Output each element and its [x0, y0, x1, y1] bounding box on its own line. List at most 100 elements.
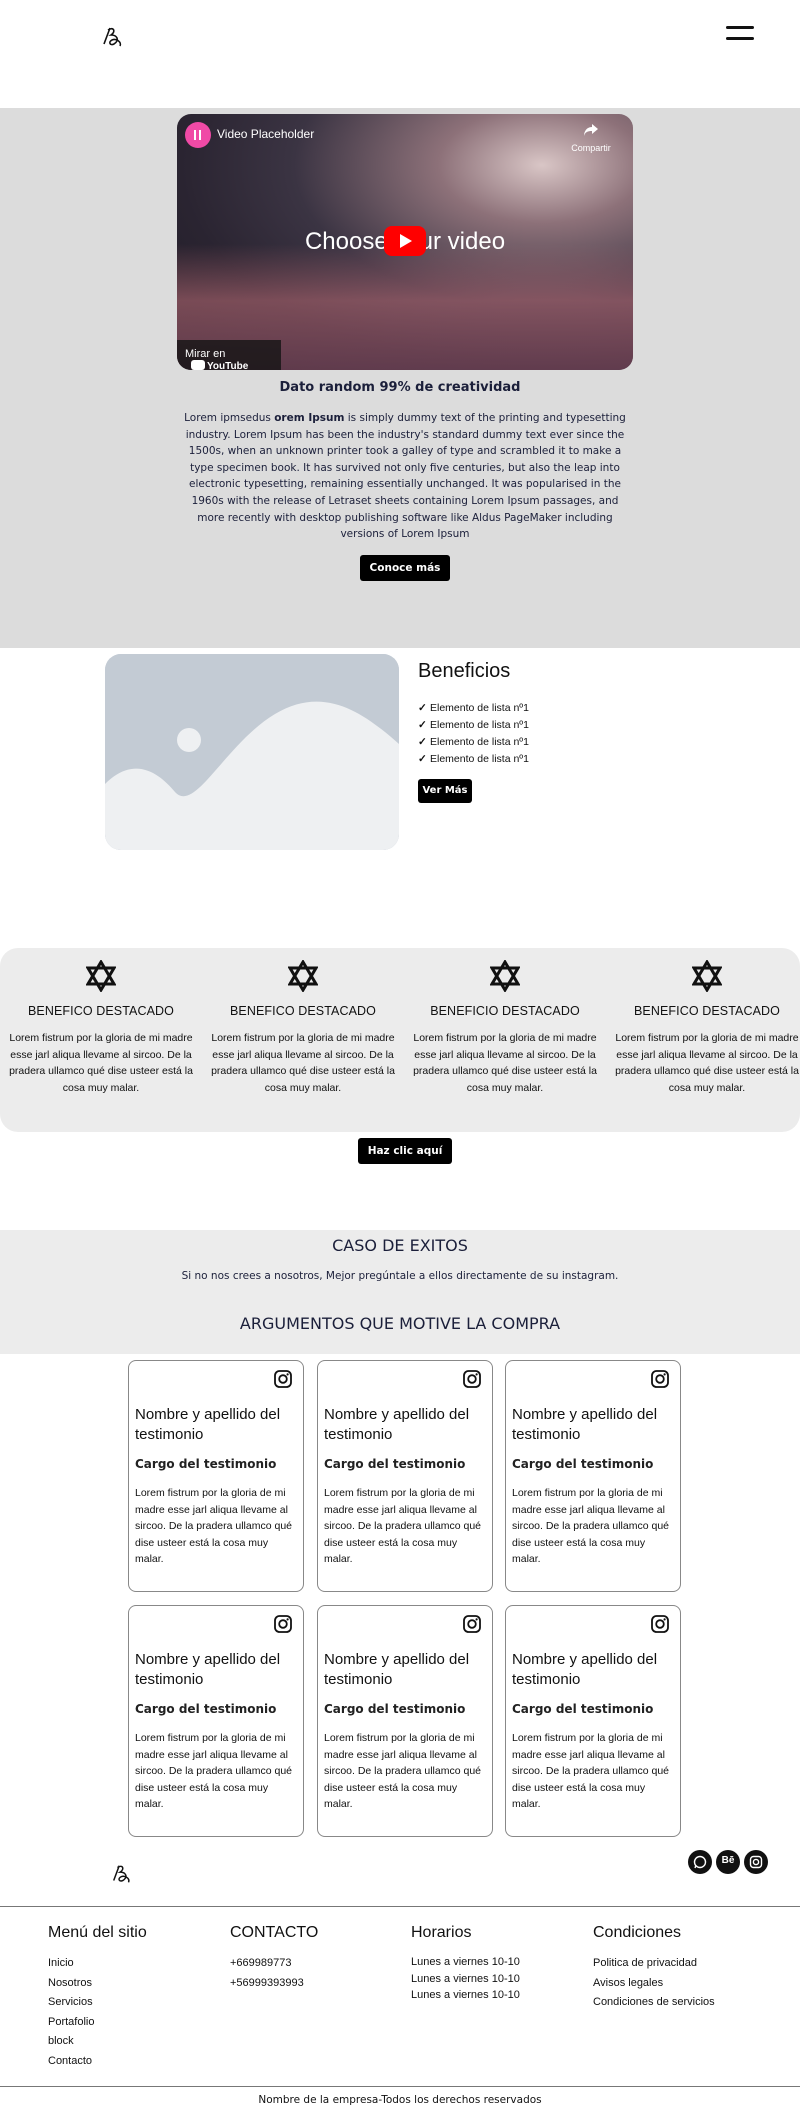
haz-clic-button[interactable]: Haz clic aquí: [358, 1138, 452, 1164]
list-item: ✓ Elemento de lista nº1: [418, 717, 529, 734]
testimonial-card: Nombre y apellido del testimonio Cargo d…: [505, 1360, 681, 1592]
whatsapp-glyph-icon: [693, 1855, 707, 1869]
instagram-icon[interactable]: [744, 1850, 768, 1874]
footer-link-condiciones[interactable]: Condiciones de servicios: [593, 1993, 773, 2013]
testimonial-text: Lorem fistrum por la gloria de mi madre …: [324, 1732, 481, 1810]
feature-title: BENEFICO DESTACADO: [229, 1004, 377, 1018]
footer-hours: Lunes a viernes 10-10: [411, 1972, 520, 1985]
testimonial-name: Nombre y apellido del testimonio: [135, 1651, 281, 1688]
footer-phone[interactable]: +669989773: [230, 1954, 410, 1974]
instagram-icon[interactable]: [650, 1369, 670, 1389]
instagram-icon[interactable]: [273, 1614, 293, 1634]
instagram-icon[interactable]: [462, 1369, 482, 1389]
copyright-text: Nombre de la empresa-Todos los derechos …: [258, 2094, 542, 2106]
footer-hours: Lunes a viernes 10-10: [411, 1956, 520, 1968]
star-of-david-icon: [288, 960, 318, 992]
footer-menu: Menú del sitio Inicio Nosotros Servicios…: [48, 1924, 228, 2071]
feature-card: BENEFICO DESTACADO Lorem fistrum por la …: [208, 956, 398, 1096]
testimonial-role: Cargo del testimonio: [135, 1702, 277, 1716]
footer-link-privacidad[interactable]: Politica de privacidad: [593, 1954, 773, 1974]
hero-text-bold: orem Ipsum: [274, 412, 345, 424]
whatsapp-icon[interactable]: [688, 1850, 712, 1874]
footer-divider: [0, 2086, 800, 2087]
testimonial-card: Nombre y apellido del testimonio Cargo d…: [317, 1605, 493, 1837]
check-icon: ✓: [418, 702, 427, 714]
beneficios-list: ✓ Elemento de lista nº1 ✓ Elemento de list…: [418, 700, 529, 768]
footer-link-nosotros[interactable]: Nosotros: [48, 1974, 228, 1994]
play-button[interactable]: [384, 226, 426, 256]
star-of-david-icon: [86, 960, 116, 992]
testimonial-role: Cargo del testimonio: [135, 1457, 277, 1471]
testimonial-name: Nombre y apellido del testimonio: [135, 1406, 281, 1443]
testimonial-name: Nombre y apellido del testimonio: [324, 1651, 470, 1688]
footer-phone[interactable]: +56999393993: [230, 1974, 410, 1994]
conoce-mas-button[interactable]: Conoce más: [360, 555, 450, 581]
list-item-label: Elemento de lista nº1: [430, 702, 529, 714]
footer-link-contacto[interactable]: Contacto: [48, 2052, 228, 2072]
instagram-icon[interactable]: [462, 1614, 482, 1634]
list-item: ✓ Elemento de lista nº1: [418, 751, 529, 768]
instagram-icon[interactable]: [273, 1369, 293, 1389]
list-item: ✓ Elemento de lista nº1: [418, 734, 529, 751]
footer-condiciones: Condiciones Politica de privacidad Aviso…: [593, 1924, 773, 2013]
testimonial-name: Nombre y apellido del testimonio: [512, 1406, 658, 1443]
testimonial-role: Cargo del testimonio: [324, 1457, 466, 1471]
footer-contacto-title: CONTACTO: [230, 1924, 319, 1941]
footer-menu-title: Menú del sitio: [48, 1924, 147, 1941]
share-icon: [584, 124, 598, 136]
argumentos-title: ARGUMENTOS QUE MOTIVE LA COMPRA: [239, 1314, 561, 1333]
footer-link-portafolio[interactable]: Portafolio: [48, 2013, 228, 2033]
footer-link-block[interactable]: block: [48, 2032, 228, 2052]
elementor-icon: [185, 122, 211, 148]
testimonial-name: Nombre y apellido del testimonio: [512, 1651, 658, 1688]
check-icon: ✓: [418, 736, 427, 748]
feature-text: Lorem fistrum por la gloria de mi madre …: [615, 1032, 799, 1094]
signature-logo-icon[interactable]: [100, 24, 126, 50]
feature-title: BENEFICO DESTACADO: [633, 1004, 781, 1018]
hero-section: Video Placeholder Compartir Choose your …: [0, 108, 800, 648]
behance-icon[interactable]: Bē: [716, 1850, 740, 1874]
testimonial-card: Nombre y apellido del testimonio Cargo d…: [317, 1360, 493, 1592]
footer-horarios: Horarios Lunes a viernes 10-10 Lunes a v…: [411, 1924, 591, 2004]
footer-contacto: CONTACTO +669989773 +56999393993: [230, 1924, 410, 1993]
image-placeholder-icon: [105, 654, 399, 850]
footer-link-inicio[interactable]: Inicio: [48, 1954, 228, 1974]
site-header: [0, 0, 800, 80]
check-icon: ✓: [418, 719, 427, 731]
feature-text: Lorem fistrum por la gloria de mi madre …: [413, 1032, 597, 1094]
casos-subtitle: Si no nos crees a nosotros, Mejor pregún…: [181, 1270, 619, 1282]
share-button[interactable]: Compartir: [561, 122, 621, 153]
feature-card: BENEFICIO DESTACADO Lorem fistrum por la…: [410, 956, 600, 1096]
testimonial-name: Nombre y apellido del testimonio: [324, 1406, 470, 1443]
instagram-icon[interactable]: [650, 1614, 670, 1634]
feature-card: BENEFICO DESTACADO Lorem fistrum por la …: [612, 956, 800, 1096]
testimonial-text: Lorem fistrum por la gloria de mi madre …: [512, 1732, 669, 1810]
hamburger-menu-icon[interactable]: [726, 26, 754, 42]
star-of-david-icon: [490, 960, 520, 992]
signature-logo-icon[interactable]: [110, 1862, 134, 1886]
testimonial-role: Cargo del testimonio: [512, 1702, 654, 1716]
hero-text-rest: is simply dummy text of the printing and…: [185, 412, 626, 541]
list-item-label: Elemento de lista nº1: [430, 719, 529, 731]
testimonial-role: Cargo del testimonio: [324, 1702, 466, 1716]
share-label: Compartir: [571, 143, 611, 153]
watch-on-youtube-button[interactable]: Mirar en YouTube: [177, 340, 281, 370]
instagram-glyph-icon: [749, 1855, 763, 1869]
feature-text: Lorem fistrum por la gloria de mi madre …: [211, 1032, 395, 1094]
list-item: ✓ Elemento de lista nº1: [418, 700, 529, 717]
video-player[interactable]: Video Placeholder Compartir Choose your …: [177, 114, 633, 370]
image-placeholder: [105, 654, 399, 850]
youtube-logo-icon: YouTube: [191, 360, 248, 370]
list-item-label: Elemento de lista nº1: [430, 736, 529, 748]
testimonial-text: Lorem fistrum por la gloria de mi madre …: [324, 1487, 481, 1565]
testimonial-card: Nombre y apellido del testimonio Cargo d…: [128, 1360, 304, 1592]
check-icon: ✓: [418, 753, 427, 765]
list-item-label: Elemento de lista nº1: [430, 753, 529, 765]
footer-link-avisos[interactable]: Avisos legales: [593, 1974, 773, 1994]
testimonial-text: Lorem fistrum por la gloria de mi madre …: [512, 1487, 669, 1565]
ver-mas-button[interactable]: Ver Más: [418, 779, 472, 803]
footer-divider: [0, 1906, 800, 1907]
testimonial-role: Cargo del testimonio: [512, 1457, 654, 1471]
testimonial-text: Lorem fistrum por la gloria de mi madre …: [135, 1732, 292, 1810]
footer-link-servicios[interactable]: Servicios: [48, 1993, 228, 2013]
